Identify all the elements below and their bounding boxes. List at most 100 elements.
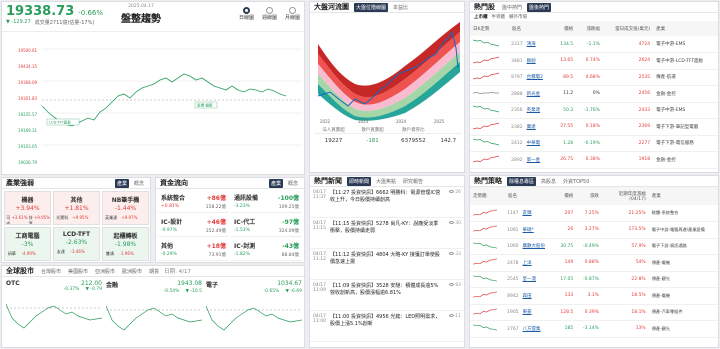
market-card[interactable]: 電子 1034.67 -0.65% ▼ -6.69 — [205, 280, 303, 344]
tab-position[interactable]: 大盤位階線圖 — [354, 2, 389, 12]
y-tick: 19235.57 — [18, 112, 38, 117]
table-row[interactable]: 2892 第一金 26.75 0.38% 1918 金融-金控 — [470, 152, 718, 168]
col-header[interactable]: 近期年度漲幅(04/17) — [602, 187, 649, 205]
market-card[interactable]: 金融 1943.08 -0.54% ▼ -10.5 — [105, 280, 203, 344]
intraday-chart: 19500.61 19434.35 19368.09 19301.83 1923… — [18, 48, 302, 165]
sparkline — [472, 208, 498, 216]
table-row[interactable]: 8797 台積電2 89.5 4.68% 2535 傳產-航運 — [470, 69, 718, 86]
eye-icon — [448, 190, 454, 193]
period-day[interactable]: 日線圖 — [239, 7, 254, 21]
table-row[interactable]: 2888 新光金 11.2 0% 2456 金融-金控 — [470, 86, 718, 102]
fund-card[interactable]: 系統整合 +86億 +0.81% 158.22億 — [158, 191, 229, 213]
tab-concept[interactable]: 概念 — [286, 179, 300, 188]
table-row[interactable]: 1147 友輝 207 7.25% 21.25% 軟體-系統整合 — [470, 205, 718, 222]
table-row[interactable]: 1091 華碩* 26 3.27% 173.5% 電子中游-電腦周邊/產業設備 — [470, 222, 718, 238]
news-item[interactable]: 04/17 11:15 【11:15 投資快訊】5278 尚凡-KY：說廠受淡季衝擊… — [310, 218, 464, 249]
sector-card[interactable]: 其他 +1.81% 光寶科 +9.95% — [53, 191, 100, 225]
tab-industry[interactable]: 產業 — [114, 178, 129, 188]
period-week[interactable]: 週線圖 — [262, 7, 277, 21]
table-row[interactable]: 1905 東豪 128.5 0.39% 18.1% 傳產-汽車零組件 — [470, 304, 718, 321]
subtab-semis[interactable]: 半導體 — [492, 14, 506, 20]
tab-tw[interactable]: 台灣股市 — [39, 267, 63, 276]
stock-name[interactable]: 森田 — [523, 294, 532, 299]
tab-intraday[interactable]: 盤中熱門 — [500, 3, 524, 12]
fund-card[interactable]: 通訊設備 -100億 -3.23% 109.25億 — [231, 191, 302, 213]
tab-foreign-top[interactable]: 外資TOP50 — [561, 177, 591, 186]
sector-card[interactable]: NB筆手機 -1.44% 英業達 +9.97% — [102, 191, 149, 225]
stock-name[interactable]: 鴻海 — [527, 42, 536, 47]
fund-grid: 系統整合 +86億 +0.81% 158.22億 通訊設備 -100億 -3.23% 109.… — [156, 189, 304, 262]
market-card[interactable]: OTC 212.00 -0.37% ▼ -0.79 — [5, 280, 103, 344]
sector-card[interactable]: 工商電腦 -3% 研華 -4.99% — [4, 227, 51, 261]
tab-focus[interactable]: 大盤焦點 — [374, 177, 398, 186]
stock-name[interactable]: 第一金 — [527, 158, 541, 163]
col-header[interactable]: 價格 — [554, 187, 576, 205]
table-row[interactable]: 2412 中華電 1.28 -0.19% 2277 電子下游-電信服務 — [470, 135, 718, 152]
stock-name[interactable]: 廣達 — [527, 125, 536, 130]
stock-name[interactable]: 友輝 — [523, 211, 532, 216]
market-name: 金融 — [106, 282, 119, 289]
subtab-listed[interactable]: 上市櫃 — [474, 14, 488, 20]
stock-name[interactable]: 英業達 — [527, 108, 541, 113]
col-header[interactable]: 漲跌幅 — [576, 21, 603, 36]
sectors-title: 產業強弱 — [6, 179, 34, 187]
table-row[interactable]: 2317 鴻海 134.5 -1.1% 4724 電子中游-EMS — [470, 36, 718, 53]
subtab-otc[interactable]: 櫃外市場 — [509, 14, 527, 20]
col-header[interactable]: 產業 — [653, 21, 718, 36]
fund-card[interactable]: IC-封測 -43億 -1.82% 88.84億 — [231, 239, 302, 261]
sector-card[interactable]: 起櫃轉板 -1.98% 雙鴻 -1.96% — [102, 227, 149, 261]
col-header[interactable]: 當日成交值(萬元) — [603, 21, 653, 36]
tab-pe[interactable]: 本益比 — [391, 3, 410, 12]
fund-card[interactable]: IC-設計 +46億 -0.97% 352.49億 — [158, 215, 229, 237]
stock-name[interactable]: 台積電2 — [527, 75, 543, 80]
news-item[interactable]: 04/17 11:37 【11:27 投資快訊】6662 明勝科：電源管理IC營收上… — [310, 187, 464, 218]
tab-concept[interactable]: 概念 — [132, 179, 146, 188]
col-header: 日K走勢 — [473, 26, 490, 32]
fund-card[interactable]: 其他 +18億 -0.29% 73.91億 — [158, 239, 229, 261]
table-row[interactable]: 2545 皇一澳 17.05 -0.87% 22.8% 傳產-觀光 — [470, 271, 718, 288]
x-tick: 2023 — [358, 119, 369, 124]
tab-eu[interactable]: 歐洲股市 — [120, 267, 144, 276]
stock-name[interactable]: 東豪 — [523, 310, 532, 315]
news-item[interactable]: 04/17 11:12 【11:12 投資快訊】4804 大略-KY 接獲訂單使股價… — [310, 249, 464, 280]
tab-asia[interactable]: 亞洲股市 — [93, 267, 117, 276]
stock-name[interactable]: 群創 — [527, 59, 536, 64]
col-header[interactable]: 產業 — [649, 187, 718, 205]
sector-card[interactable]: 機器 +3.94% 可成 +3.61% 技嘉 +9.95% — [4, 191, 51, 225]
table-row[interactable]: 1060 廣數大股份 30.75 -0.49% 57.9% 電子下游-資訊通路 — [470, 238, 718, 255]
table-row[interactable]: 2382 廣達 27.55 0.18% 2369 電子下游-筆記型電腦 — [470, 119, 718, 135]
table-row[interactable]: 2356 英業達 50.3 -1.76% 2433 電子中游-EMS — [470, 102, 718, 119]
stock-name[interactable]: 上洋 — [523, 261, 532, 266]
table-row[interactable]: 2478 上洋 149 0.88% 54% 傳產-電機 — [470, 255, 718, 271]
table-row[interactable]: 2767 八方雲集 185 -3.14% 13% 傳產-觀光 — [470, 321, 718, 337]
sparkline — [472, 39, 500, 47]
stock-name[interactable]: 皇一澳 — [523, 277, 537, 282]
tab-us[interactable]: 美國股市 — [66, 267, 90, 276]
tab-dividend-zone[interactable]: 除權息專區 — [507, 176, 537, 186]
period-month[interactable]: 月線圖 — [285, 7, 300, 21]
stock-name[interactable]: 華碩* — [523, 228, 534, 233]
col-header[interactable]: 漲跌 — [576, 187, 602, 205]
tab-high-yield[interactable]: 高股息 — [539, 177, 558, 186]
tab-industry[interactable]: 產業 — [268, 178, 283, 188]
table-row[interactable]: 8942 森田 133 3.1% 18.5% 傳產-電機 — [470, 288, 718, 304]
news-title: 【11:12 投資快訊】4804 大略-KY 接獲訂單使股價急速上揚 — [330, 252, 440, 265]
tab-realtime[interactable]: 即時新聞 — [347, 176, 372, 186]
tab-futures[interactable]: 期貨 — [147, 267, 161, 276]
stock-name[interactable]: 中華電 — [527, 141, 541, 146]
sector-name: 起櫃轉板 — [113, 233, 138, 240]
sector-pct: +1.81% — [64, 205, 89, 212]
table-row[interactable]: 3481 群創 13.65 0.74% 2624 電子中游-LCD-TFT面板 — [470, 53, 718, 69]
news-title: 【11:00 投資快訊】4956 光鋐：LED照明需求，股價上漲5.1%創新 — [330, 314, 441, 327]
stock-name[interactable]: 廣數大股份 — [523, 244, 546, 249]
news-item[interactable]: 04/17 11:00 【11:00 投資快訊】4956 光鋐：LED照明需求，股價… — [310, 311, 464, 342]
news-item[interactable]: 04/17 11:09 【11:09 投資快訊】3528 安馳：積體成長逾5%營收創… — [310, 280, 464, 311]
stock-name[interactable]: 八方雲集 — [523, 327, 541, 332]
sector-name: 機器 — [21, 197, 34, 204]
tab-afterhours[interactable]: 盤後熱門 — [527, 2, 552, 12]
col-header[interactable]: 價格 — [553, 21, 576, 36]
sector-card[interactable]: LCD-TFT -2.63% 友達 -3.46% — [53, 227, 100, 261]
fund-card[interactable]: IC-代工 -97億 -1.53% 324.09億 — [231, 215, 302, 237]
stock-name[interactable]: 新光金 — [527, 92, 541, 97]
tab-report[interactable]: 研究報告 — [401, 177, 425, 186]
